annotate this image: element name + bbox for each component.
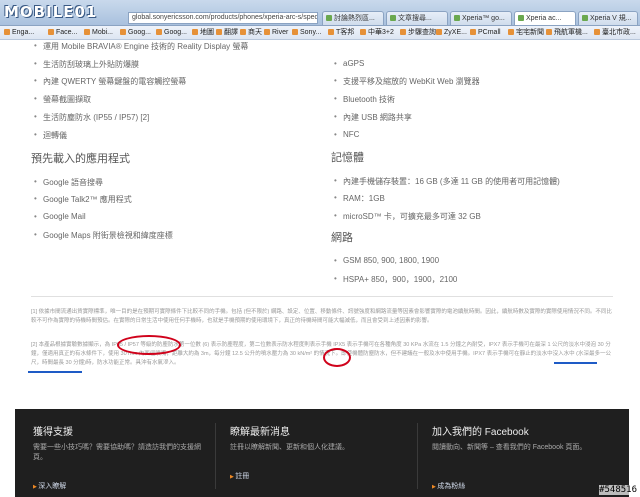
spec-list-item: aGPS	[334, 59, 364, 68]
site-favicon-icon	[326, 15, 332, 21]
spec-list-item: NFC	[334, 130, 360, 139]
image-watermark: #548516	[599, 485, 637, 495]
browser-tab[interactable]: Xperia™ go...	[450, 11, 512, 25]
bookmark-item[interactable]: Goog...	[156, 28, 187, 38]
app-list-item: Google 語音搜尋	[34, 177, 103, 188]
bookmark-icon	[508, 29, 514, 35]
spec-list-item: Bluetooth 技術	[334, 94, 395, 105]
bookmark-item[interactable]: Goog...	[120, 28, 151, 38]
bookmark-item[interactable]: ZyXE...	[436, 28, 467, 38]
bookmark-icon	[328, 29, 334, 35]
memory-list-item: RAM：1GB	[334, 193, 385, 204]
bookmark-item[interactable]: 飛航軍機...	[546, 28, 588, 38]
bookmark-icon	[264, 29, 270, 35]
memory-list-item: 內建手機儲存裝置：16 GB (多達 11 GB 的使用者可用記憶體)	[334, 176, 560, 187]
browser-tab-active[interactable]: Xperia ac...	[514, 11, 576, 25]
divider	[31, 296, 613, 297]
highlight-circle	[117, 335, 181, 355]
app-list-item: Google Talk2™ 應用程式	[34, 194, 132, 205]
facebook-text: 閱讀動向、新聞等 – 查看我們的 Facebook 頁面。	[432, 444, 587, 451]
register-link[interactable]: 註冊	[230, 471, 249, 481]
address-bar[interactable]: global.sonyericsson.com/products/phones/…	[128, 12, 318, 24]
bookmark-item[interactable]: 宅宅新聞	[508, 28, 544, 38]
browser-tab[interactable]: 討論熱烈區...	[322, 11, 384, 25]
spec-list-item: 運用 Mobile BRAVIA® Engine 技術的 Reality Dis…	[34, 41, 248, 52]
bookmark-icon	[436, 29, 442, 35]
footnote-1: [1] 依據市間流通出貨實際標準，唯一目的是在預期可實際條件下比較不同的手機。包…	[31, 309, 612, 324]
bookmark-item[interactable]: River	[264, 28, 288, 38]
bookmark-item[interactable]: 臺北市政...	[594, 28, 636, 38]
bookmark-item[interactable]: Sony...	[292, 28, 321, 38]
bookmark-item[interactable]: Enga...	[4, 28, 34, 38]
site-footer: 獲得支援 需要一些小技巧嗎？需要協助嗎？請造訪我們的支援網頁。 深入瞭解 瞭解最…	[15, 409, 629, 497]
news-text: 註冊以瞭解新聞、更新和個人化建議。	[230, 444, 349, 451]
facebook-title: 加入我們的 Facebook	[432, 427, 529, 438]
bookmark-icon	[84, 29, 90, 35]
footer-divider	[417, 423, 418, 489]
site-favicon-icon	[582, 15, 588, 21]
browser-tab-bar: MOBILE01 global.sonyericsson.com/product…	[0, 0, 640, 26]
bookmark-icon	[48, 29, 54, 35]
bookmark-icon	[156, 29, 162, 35]
site-favicon-icon	[518, 15, 524, 21]
bookmark-item[interactable]: Mobi...	[84, 28, 113, 38]
highlight-circle	[323, 348, 351, 367]
become-fan-link[interactable]: 成為粉絲	[432, 481, 465, 491]
spec-list-item: 生活防刮玻璃上外貼防爆膜	[34, 59, 139, 70]
app-list-item: Google Maps 附街景檢視和緯度座標	[34, 230, 173, 241]
preloaded-apps-heading: 預先載入的應用程式	[31, 153, 130, 165]
bookmark-icon	[4, 29, 10, 35]
browser-tab[interactable]: 文章搜尋...	[386, 11, 448, 25]
support-learn-more-link[interactable]: 深入瞭解	[33, 481, 66, 491]
spec-list-item: 支援平移及縮放的 WebKit Web 瀏覽器	[334, 76, 480, 87]
bookmark-item[interactable]: 中華3+2	[360, 28, 394, 38]
bookmark-item[interactable]: T客邦	[328, 28, 354, 38]
bookmark-icon	[216, 29, 222, 35]
bookmark-icon	[120, 29, 126, 35]
bookmark-item[interactable]: 步驟查詢	[400, 28, 436, 38]
spec-list-item: 內建 QWERTY 螢幕鍵盤的電容觸控螢幕	[34, 76, 186, 87]
news-title: 瞭解最新消息	[230, 427, 290, 438]
memory-list-item: microSD™ 卡，可擴充最多可達 32 GB	[334, 211, 481, 222]
bookmark-icon	[192, 29, 198, 35]
bookmark-item[interactable]: 地圖	[192, 28, 214, 38]
highlight-underline	[28, 371, 82, 373]
highlight-underline	[554, 362, 597, 364]
bookmark-icon	[594, 29, 600, 35]
network-list-item: GSM 850, 900, 1800, 1900	[334, 256, 439, 265]
spec-list-item: 螢幕截圖擷取	[34, 94, 91, 105]
bookmarks-bar: Enga... Face... Mobi... Goog... Goog... …	[0, 26, 640, 40]
site-favicon-icon	[390, 15, 396, 21]
bookmark-icon	[292, 29, 298, 35]
support-title: 獲得支援	[33, 427, 73, 438]
memory-heading: 記憶體	[331, 152, 364, 164]
bookmark-icon	[546, 29, 552, 35]
bookmark-item[interactable]: PCmall	[470, 28, 501, 38]
mobile01-logo: MOBILE01	[4, 3, 98, 21]
site-favicon-icon	[454, 15, 460, 21]
spec-list-item: 迴轉儀	[34, 130, 67, 141]
bookmark-icon	[400, 29, 406, 35]
footer-divider	[215, 423, 216, 489]
spec-list-item: 生活防塵防水 (IP55 / IP57) [2]	[34, 112, 149, 123]
network-list-item: HSPA+ 850，900，1900，2100	[334, 274, 457, 285]
support-text: 需要一些小技巧嗎？需要協助嗎？請造訪我們的支援網頁。	[33, 444, 201, 461]
bookmark-icon	[240, 29, 246, 35]
bookmark-icon	[470, 29, 476, 35]
spec-list-item: 內建 USB 網路共享	[334, 112, 412, 123]
bookmark-item[interactable]: 商天	[240, 28, 262, 38]
app-list-item: Google Mail	[34, 212, 86, 221]
bookmark-item[interactable]: Face...	[48, 28, 77, 38]
bookmark-item[interactable]: 翻譯	[216, 28, 238, 38]
browser-tab[interactable]: Xperia V 規...	[578, 11, 638, 25]
network-heading: 網路	[331, 232, 353, 244]
bookmark-icon	[360, 29, 366, 35]
